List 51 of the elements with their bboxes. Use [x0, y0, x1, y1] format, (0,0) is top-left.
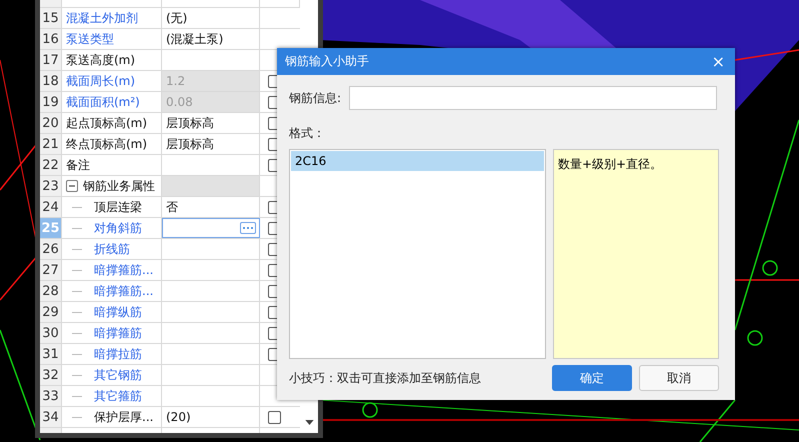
- property-name: 备注: [66, 156, 90, 174]
- tree-line: [72, 206, 82, 208]
- scroll-down-icon[interactable]: [304, 420, 314, 425]
- field-label: 钢筋信息:: [289, 90, 342, 106]
- property-name: 暗撑箍筋...: [94, 282, 154, 300]
- property-value: (无): [166, 10, 188, 26]
- property-name: 暗撑箍筋: [94, 324, 142, 342]
- tree-line: [72, 248, 82, 250]
- row-number[interactable]: 20: [40, 113, 62, 133]
- property-name: 混凝土外加剂: [66, 10, 138, 26]
- description-text: 数量+级别+直径。: [558, 157, 662, 171]
- tree-line: [72, 416, 82, 418]
- property-name: 暗撑拉筋: [94, 346, 142, 362]
- property-name: 泵送高度(m): [66, 52, 136, 68]
- property-name: 其它箍筋: [94, 388, 142, 404]
- property-name: 截面面积(m²): [66, 94, 140, 110]
- tree-line: [72, 332, 82, 334]
- property-name: 暗撑箍筋...: [94, 262, 154, 278]
- ok-button[interactable]: 确定: [552, 365, 632, 391]
- cancel-button[interactable]: 取消: [639, 365, 719, 391]
- property-value: (混凝土泵): [166, 30, 224, 48]
- property-value: 层顶标高: [166, 136, 214, 152]
- property-value: 否: [166, 198, 178, 216]
- property-name: 起点顶标高(m): [66, 114, 148, 132]
- property-name: 泵送类型: [66, 30, 114, 48]
- property-name: 截面周长(m): [66, 72, 136, 90]
- property-name: 顶层连梁: [94, 198, 142, 216]
- window-title: 钢筋输入小助手: [285, 53, 369, 70]
- property-name: 其它钢筋: [94, 366, 142, 384]
- property-name: 钢筋业务属性: [83, 178, 155, 194]
- property-name: 对角斜筋: [94, 220, 142, 236]
- row-number[interactable]: 15: [40, 8, 62, 28]
- input-field[interactable]: [349, 86, 717, 110]
- property-value: 层顶标高: [166, 114, 214, 132]
- property-name: 折线筋: [94, 240, 130, 258]
- row-number[interactable]: 22: [40, 155, 62, 175]
- tree-line: [72, 290, 82, 292]
- close-button[interactable]: ×: [708, 52, 729, 71]
- property-name: 暗撑纵筋: [94, 304, 142, 320]
- section-label: 格式：: [289, 125, 326, 142]
- row-number[interactable]: 17: [40, 50, 62, 70]
- list-item[interactable]: 2C16: [291, 151, 544, 171]
- property-value: (20): [166, 410, 191, 424]
- tip-text: 小技巧：双击可直接添加至钢筋信息: [289, 370, 482, 386]
- property-name: 终点顶标高(m): [66, 136, 148, 152]
- row-number[interactable]: 16: [40, 29, 62, 49]
- tree-line: [72, 374, 82, 376]
- property-value: 1.2: [166, 74, 186, 88]
- row-number[interactable]: 21: [40, 134, 62, 154]
- property-value: 0.08: [166, 95, 193, 109]
- property-name: 保护层厚...: [94, 408, 154, 426]
